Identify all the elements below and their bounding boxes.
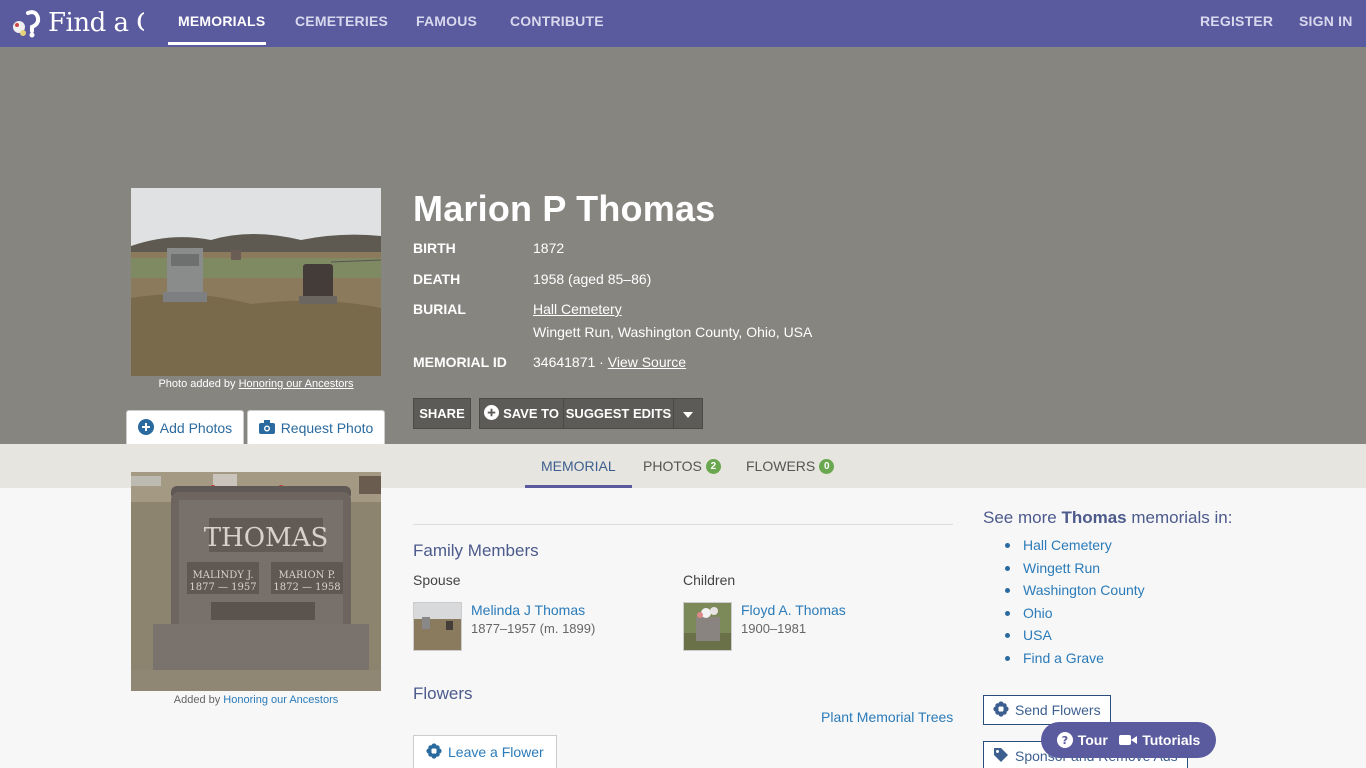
memorial-name: Marion P Thomas xyxy=(413,188,716,229)
gravestone-photo[interactable]: THOMAS MALINDY J. 1877 — 1957 MARION P. … xyxy=(131,472,381,691)
gravestone-right-dates: 1872 — 1958 xyxy=(273,582,340,593)
plus-circle-icon xyxy=(137,418,154,438)
share-button[interactable]: SHARE xyxy=(413,398,471,429)
tutorials-label: Tutorials xyxy=(1142,732,1201,748)
spouse-label: Spouse xyxy=(413,572,461,588)
add-photos-label: Add Photos xyxy=(159,420,233,436)
suggest-edits-button[interactable]: SUGGEST EDITS xyxy=(563,398,674,429)
view-source-link[interactable]: View Source xyxy=(608,354,686,370)
tab-memorial-label: MEMORIAL xyxy=(541,458,616,474)
logo-mark-icon xyxy=(10,7,44,39)
photo-contributor-link[interactable]: Honoring our Ancestors xyxy=(239,378,354,390)
nav-memorials[interactable]: MEMORIALS xyxy=(178,0,266,47)
see-more-ohio[interactable]: Ohio xyxy=(1005,605,1145,628)
see-more-hall-cemetery[interactable]: Hall Cemetery xyxy=(1005,537,1145,560)
save-to-label: SAVE TO xyxy=(503,406,559,421)
gravestone-photo-caption: Added by Honoring our Ancestors xyxy=(131,694,381,706)
gravestone-left-name: MALINDY J. xyxy=(192,570,253,581)
nav-active-indicator xyxy=(168,42,266,45)
photos-count-badge: 2 xyxy=(705,458,721,474)
flowers-count-badge: 0 xyxy=(819,458,835,474)
child-name-link[interactable]: Floyd A. Thomas xyxy=(741,602,846,618)
burial-cemetery-link[interactable]: Hall Cemetery xyxy=(533,301,622,317)
leave-a-flower-label: Leave a Flower xyxy=(448,744,544,760)
top-navigation: Find a Gra MEMORIALS CEMETERIES FAMOUS C… xyxy=(0,0,1366,47)
help-pill: ? Tour Tutorials xyxy=(1041,722,1216,758)
memorial-id-number: 34641871 · xyxy=(533,354,604,370)
gravestone-right-name: MARION P. xyxy=(279,570,336,581)
family-members-heading: Family Members xyxy=(413,541,539,560)
gravestone-left-dates: 1877 — 1957 xyxy=(189,582,256,593)
video-camera-icon xyxy=(1119,734,1138,746)
death-label: DEATH xyxy=(413,271,461,287)
camera-icon xyxy=(258,419,275,437)
gravestone-surname: THOMAS xyxy=(204,523,329,553)
svg-text:?: ? xyxy=(1062,734,1068,747)
request-photo-button[interactable]: Request Photo xyxy=(247,410,385,446)
spouse-thumbnail[interactable] xyxy=(413,602,462,651)
flower-icon xyxy=(426,742,442,762)
tab-flowers-label: FLOWERS xyxy=(746,458,816,474)
caret-down-icon xyxy=(683,406,693,421)
sign-in-link[interactable]: SIGN IN xyxy=(1299,0,1353,47)
see-more-suffix: memorials in: xyxy=(1131,508,1233,527)
tag-icon xyxy=(993,747,1009,766)
see-more-wingett-run[interactable]: Wingett Run xyxy=(1005,560,1145,583)
burial-location: Wingett Run, Washington County, Ohio, US… xyxy=(533,324,813,340)
tab-photos-label: PHOTOS xyxy=(643,458,702,474)
tutorials-button[interactable]: Tutorials xyxy=(1119,732,1200,748)
gravestone-contributor-link[interactable]: Honoring our Ancestors xyxy=(223,694,338,706)
tab-flowers[interactable]: FLOWERS 0 xyxy=(746,444,835,488)
find-a-grave-logo[interactable]: Find a Gra xyxy=(10,5,144,41)
more-options-dropdown[interactable] xyxy=(673,398,703,429)
birth-label: BIRTH xyxy=(413,240,456,256)
plus-circle-icon xyxy=(484,404,500,423)
birth-value: 1872 xyxy=(533,240,565,256)
section-divider xyxy=(413,524,953,525)
add-photos-button[interactable]: Add Photos xyxy=(126,410,244,446)
flower-icon xyxy=(993,700,1009,720)
burial-label: BURIAL xyxy=(413,301,466,317)
nav-cemeteries[interactable]: CEMETERIES xyxy=(295,0,388,47)
death-value: 1958 (aged 85–86) xyxy=(533,271,652,287)
see-more-washington-county[interactable]: Washington County xyxy=(1005,582,1145,605)
photo-caption-prefix: Photo added by xyxy=(158,378,236,390)
gravestone-caption-prefix: Added by xyxy=(173,694,221,706)
plant-memorial-trees-link[interactable]: Plant Memorial Trees xyxy=(821,709,953,725)
see-more-heading: See more Thomas memorials in: xyxy=(983,508,1232,528)
see-more-prefix: See more xyxy=(983,508,1057,527)
logo-text: Find a Gra xyxy=(48,8,144,38)
memorial-id-label: MEMORIAL ID xyxy=(413,354,507,370)
child-card[interactable]: Floyd A. Thomas 1900–1981 xyxy=(683,602,846,651)
nav-contribute[interactable]: CONTRIBUTE xyxy=(510,0,604,47)
tour-button[interactable]: ? Tour xyxy=(1056,732,1108,748)
send-flowers-button[interactable]: Send Flowers xyxy=(983,695,1111,725)
nav-famous[interactable]: FAMOUS xyxy=(416,0,477,47)
main-memorial-photo[interactable] xyxy=(131,188,381,376)
see-more-surname: Thomas xyxy=(1061,508,1127,527)
leave-a-flower-button[interactable]: Leave a Flower xyxy=(413,735,557,768)
child-thumbnail[interactable] xyxy=(683,602,732,651)
question-circle-icon: ? xyxy=(1056,732,1073,748)
see-more-find-a-grave[interactable]: Find a Grave xyxy=(1005,650,1145,673)
save-to-button[interactable]: SAVE TO xyxy=(479,398,564,429)
register-link[interactable]: REGISTER xyxy=(1200,0,1273,47)
spouse-dates: 1877–1957 (m. 1899) xyxy=(471,621,596,636)
see-more-usa[interactable]: USA xyxy=(1005,627,1145,650)
child-dates: 1900–1981 xyxy=(741,621,807,636)
see-more-links: Hall Cemetery Wingett Run Washington Cou… xyxy=(1005,537,1145,673)
photo-caption: Photo added by Honoring our Ancestors xyxy=(131,378,381,390)
tab-memorial[interactable]: MEMORIAL xyxy=(525,444,632,488)
tab-photos[interactable]: PHOTOS 2 xyxy=(643,444,721,488)
spouse-card[interactable]: Melinda J Thomas 1877–1957 (m. 1899) xyxy=(413,602,595,651)
spouse-name-link[interactable]: Melinda J Thomas xyxy=(471,602,595,618)
flowers-heading: Flowers xyxy=(413,684,473,703)
children-label: Children xyxy=(683,572,736,588)
send-flowers-label: Send Flowers xyxy=(1015,702,1101,718)
tour-label: Tour xyxy=(1077,732,1108,748)
request-photo-label: Request Photo xyxy=(280,420,374,436)
burial-cemetery-text[interactable]: Hall Cemetery xyxy=(533,301,622,317)
memorial-id-value: 34641871 · View Source xyxy=(533,354,686,370)
